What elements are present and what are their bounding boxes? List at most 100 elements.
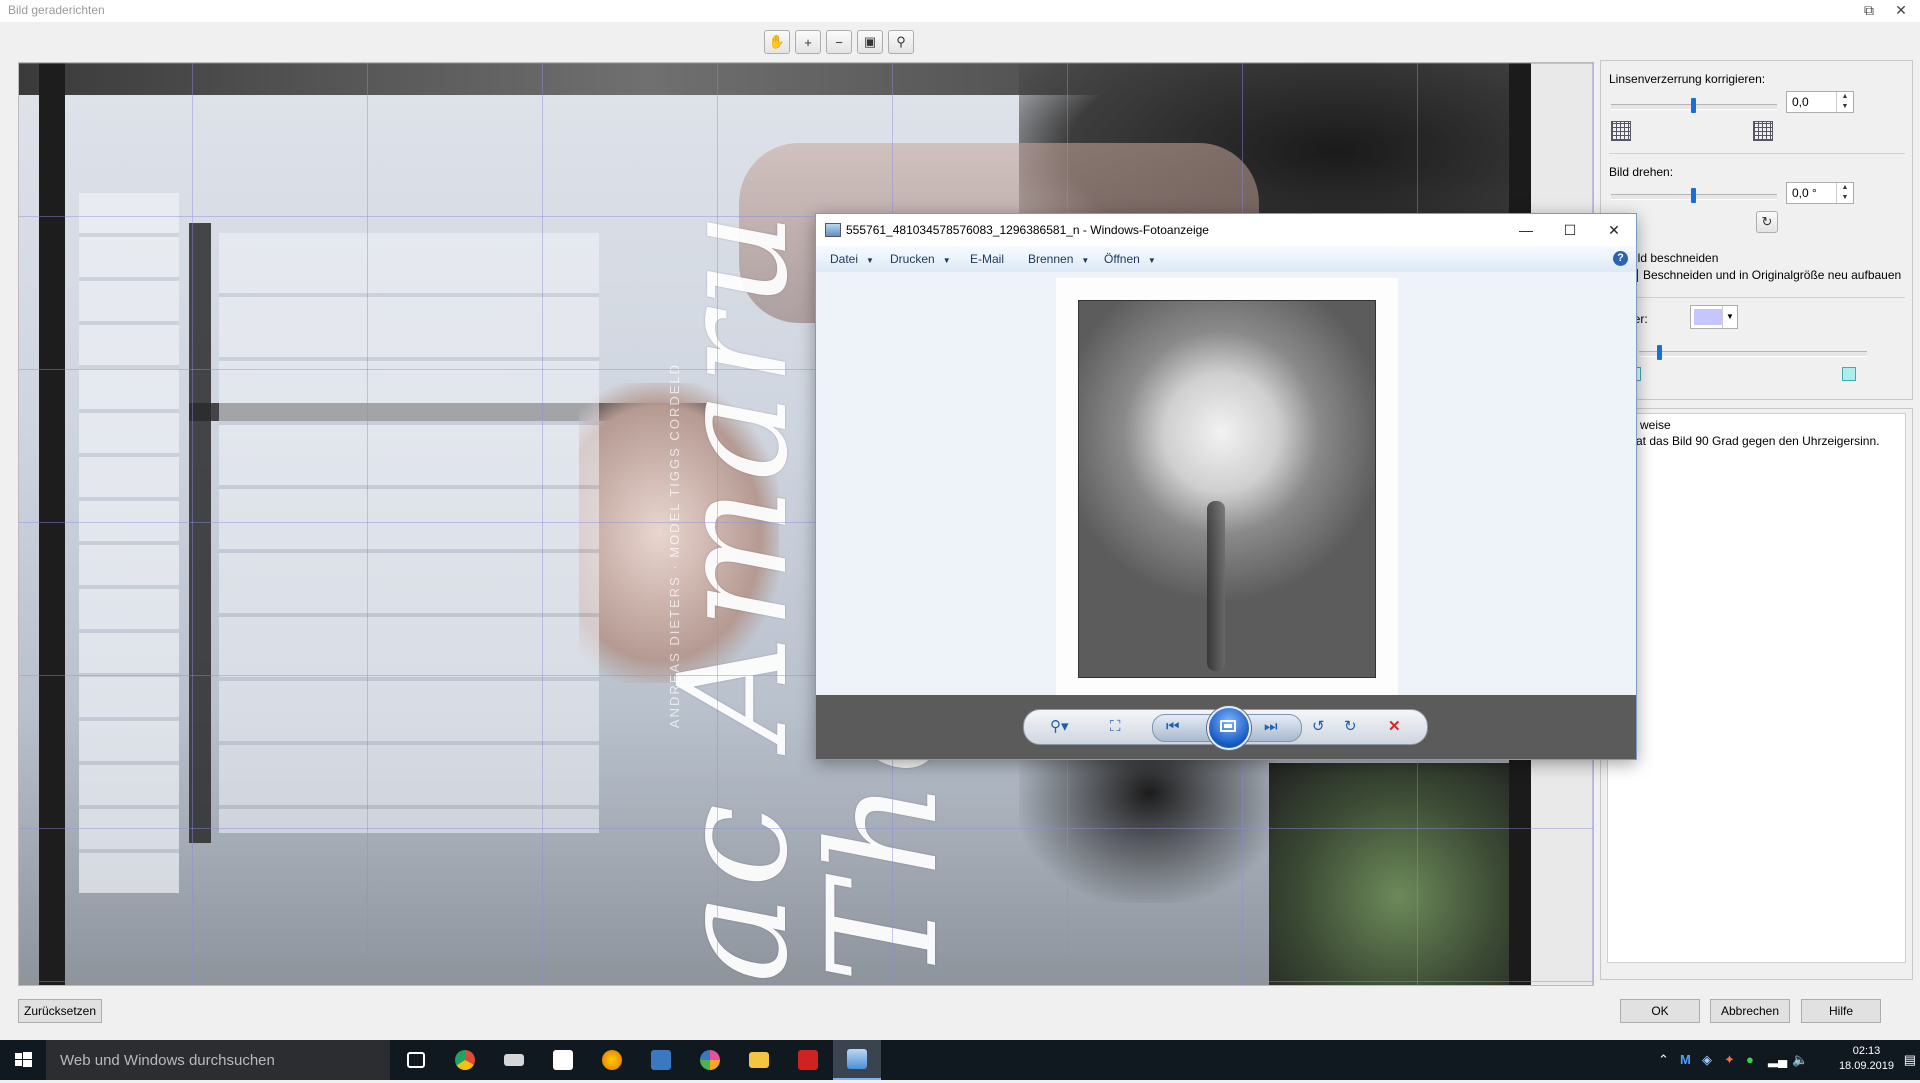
chevron-down-icon: ▼ <box>1081 256 1090 265</box>
delete-icon[interactable]: ✕ <box>1388 718 1401 736</box>
rotate-thumb[interactable] <box>1691 188 1696 203</box>
file-explorer-button[interactable] <box>735 1040 783 1080</box>
spin-arrows-icon[interactable]: ▲ ▼ <box>1836 183 1853 203</box>
menu-datei[interactable]: Datei ▼ <box>830 252 874 266</box>
slideshow-button[interactable] <box>1207 706 1251 750</box>
hand-tool-button[interactable]: ✋ <box>764 30 790 54</box>
grid-size-slider[interactable] <box>1639 345 1867 360</box>
next-icon[interactable]: ⏭ <box>1264 718 1278 736</box>
divider <box>1609 153 1905 154</box>
m-app-icon[interactable]: M <box>1680 1052 1691 1067</box>
rotate-reset-icon[interactable]: ↻ <box>1756 211 1778 233</box>
close-icon[interactable]: ✕ <box>1592 218 1636 242</box>
menu-brennen-label: Brennen <box>1028 252 1074 266</box>
adjust-panel: Linsenverzerrung korrigieren: 0,0 ▲ ▼ Bil… <box>1600 60 1913 400</box>
editor-title-bar: Bild geraderichten ⧉ ✕ <box>0 0 1920 22</box>
photo-viewer-taskbar-button[interactable] <box>833 1040 881 1080</box>
rotate-label: Bild drehen: <box>1609 165 1674 179</box>
crop-rebuild-label: Beschneiden und in Originalgröße neu auf… <box>1643 268 1902 282</box>
lens-distortion-thumb[interactable] <box>1691 98 1696 113</box>
clock-time: 02:13 <box>1852 1045 1881 1057</box>
actual-size-icon[interactable]: ⛶ <box>1110 718 1121 736</box>
hint-text: at das Bild 90 Grad gegen den Uhrzeigers… <box>1636 434 1880 448</box>
signal-icon[interactable]: ▂▄ <box>1768 1052 1787 1068</box>
viewer-title-bar: 555761_481034578576083_1296386581_n - Wi… <box>816 214 1636 246</box>
zoom-in-button[interactable]: + <box>795 30 821 54</box>
clock-date: 18.09.2019 <box>1838 1060 1894 1072</box>
spin-arrows-icon[interactable]: ▲ ▼ <box>1836 92 1853 112</box>
store-button[interactable] <box>539 1040 587 1080</box>
notifications-icon[interactable]: ▤ <box>1904 1052 1916 1068</box>
clock[interactable]: 02:13 18.09.2019 <box>1839 1044 1894 1074</box>
security-app-icon[interactable]: ✦ <box>1724 1052 1735 1068</box>
flame-app-button[interactable] <box>588 1040 636 1080</box>
lens-distortion-slider[interactable] <box>1611 98 1777 113</box>
taskbar: Web und Windows durchsuchen ⌃ M ◈ ✦ ● ▂▄… <box>0 1040 1920 1080</box>
system-tray: ⌃ M ◈ ✦ ● ▂▄ 🔈 02:13 18.09.2019 ▤ <box>1640 1040 1920 1080</box>
grid-size-thumb[interactable] <box>1657 345 1662 360</box>
check-icon[interactable]: ● <box>1746 1052 1754 1067</box>
barrel-grid-icon[interactable] <box>1611 121 1631 141</box>
red-app-button[interactable] <box>784 1040 832 1080</box>
chevron-down-icon: ▼ <box>1147 256 1156 265</box>
editor-toolbar: ✋ + − ▣ ⚲ <box>764 30 914 58</box>
watermark-text: ANDREAS DIETERS · MODEL TIGGS CORDELD <box>667 363 682 729</box>
menu-datei-label: Datei <box>830 252 859 266</box>
windows-logo-icon <box>15 1052 32 1067</box>
photos-icon <box>651 1050 671 1070</box>
rotate-slider[interactable] <box>1611 188 1777 203</box>
zoom-out-button[interactable]: − <box>826 30 852 54</box>
grid-color-swatch <box>1694 309 1722 325</box>
ok-button[interactable]: OK <box>1620 999 1700 1023</box>
viewer-window-title: 555761_481034578576083_1296386581_n - Wi… <box>846 223 1209 237</box>
restore-icon[interactable]: ⧉ <box>1856 0 1882 20</box>
divider <box>1609 297 1905 298</box>
photos-app-button[interactable] <box>637 1040 685 1080</box>
chevron-up-icon[interactable]: ⌃ <box>1658 1052 1669 1068</box>
actual-size-button[interactable]: ⚲ <box>888 30 914 54</box>
chrome-button[interactable] <box>441 1040 489 1080</box>
grid-color-picker[interactable]: ▼ <box>1690 305 1738 329</box>
reset-button[interactable]: Zurücksetzen <box>18 999 102 1023</box>
crop-label: ild beschneiden <box>1635 251 1719 265</box>
menu-oeffnen[interactable]: Öffnen ▼ <box>1104 252 1156 266</box>
hint-panel: weise at das Bild 90 Grad gegen den Uhrz… <box>1600 408 1913 980</box>
hint-title: weise <box>1640 418 1671 432</box>
task-view-icon <box>407 1052 425 1068</box>
lens-distortion-spinbox[interactable]: 0,0 ▲ ▼ <box>1786 91 1854 113</box>
large-grid-icon <box>1842 367 1856 381</box>
slideshow-icon <box>1220 720 1236 732</box>
cancel-button[interactable]: Abbrechen <box>1710 999 1790 1023</box>
light-panels <box>79 193 179 893</box>
close-icon[interactable]: ✕ <box>1888 0 1914 20</box>
menu-email[interactable]: E-Mail <box>970 252 1004 266</box>
fit-to-window-button[interactable]: ▣ <box>857 30 883 54</box>
file-explorer-icon <box>749 1052 769 1068</box>
rotate-left-icon[interactable]: ↺ <box>1312 718 1325 736</box>
menu-drucken[interactable]: Drucken ▼ <box>890 252 951 266</box>
viewer-control-bar: ⚲▾ ⛶ ⏮ ⏭ ↺ ↻ ✕ <box>816 695 1636 759</box>
folder-app-button[interactable] <box>490 1040 538 1080</box>
rose-photo <box>1078 300 1376 678</box>
chevron-down-icon: ▼ <box>942 256 951 265</box>
maximize-icon[interactable]: ☐ <box>1548 218 1592 242</box>
minimize-icon[interactable]: — <box>1504 218 1548 242</box>
start-button[interactable] <box>0 1040 46 1080</box>
rotate-spinbox[interactable]: 0,0 ° ▲ ▼ <box>1786 182 1854 204</box>
volume-icon[interactable]: 🔈 <box>1792 1052 1808 1068</box>
zoom-dropdown-icon[interactable]: ⚲▾ <box>1050 718 1069 736</box>
rotate-right-icon[interactable]: ↻ <box>1344 718 1357 736</box>
chrome-icon <box>455 1050 475 1070</box>
task-view-button[interactable] <box>392 1040 440 1080</box>
network-app-icon[interactable]: ◈ <box>1702 1052 1712 1068</box>
chevron-down-icon: ▼ <box>866 256 874 265</box>
rose-stem <box>1207 501 1225 671</box>
help-button[interactable]: Hilfe <box>1801 999 1881 1023</box>
picasa-icon <box>700 1050 720 1070</box>
taskbar-search-box[interactable]: Web und Windows durchsuchen <box>46 1040 390 1080</box>
previous-icon[interactable]: ⏮ <box>1166 718 1180 736</box>
pincushion-grid-icon[interactable] <box>1753 121 1773 141</box>
help-icon[interactable]: ? <box>1613 251 1628 266</box>
menu-brennen[interactable]: Brennen ▼ <box>1028 252 1089 266</box>
picasa-button[interactable] <box>686 1040 734 1080</box>
